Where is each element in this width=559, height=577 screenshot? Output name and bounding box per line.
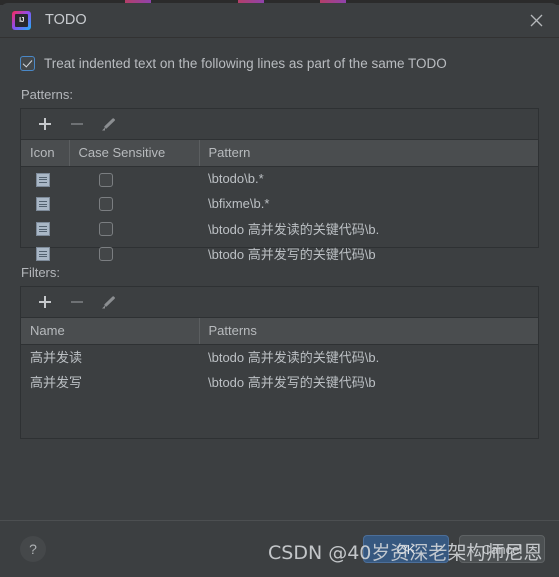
note-icon xyxy=(36,247,50,262)
pattern-row-icon xyxy=(21,216,69,241)
treat-indented-checkbox-row[interactable]: Treat indented text on the following lin… xyxy=(20,56,539,71)
patterns-table: Icon Case Sensitive Pattern \btodo\b.* \… xyxy=(21,140,538,266)
pencil-icon xyxy=(102,295,116,309)
filter-row-patterns: \btodo 高并发写的关键代码\b xyxy=(208,375,376,390)
case-sensitive-checkbox[interactable] xyxy=(99,197,113,212)
filters-col-patterns[interactable]: Patterns xyxy=(199,318,538,345)
patterns-panel: Icon Case Sensitive Pattern \btodo\b.* \… xyxy=(20,108,539,262)
patterns-remove-button[interactable] xyxy=(63,112,91,136)
patterns-header-row: Icon Case Sensitive Pattern xyxy=(21,140,538,167)
note-icon xyxy=(36,172,50,187)
filter-row-patterns: \btodo 高并发读的关键代码\b. xyxy=(208,350,380,366)
treat-indented-label: Treat indented text on the following lin… xyxy=(44,56,447,71)
pattern-row-case-sensitive[interactable] xyxy=(69,216,199,241)
pencil-icon xyxy=(102,117,116,131)
dialog-content: Treat indented text on the following lin… xyxy=(0,38,559,439)
pattern-row-case-sensitive[interactable] xyxy=(69,191,199,216)
filters-panel: Name Patterns 高并发读 \btodo 高并发读的关键代码\b. 高… xyxy=(20,286,539,439)
filters-section-label: Filters: xyxy=(21,265,60,280)
pattern-row-case-sensitive[interactable] xyxy=(69,241,199,266)
patterns-add-button[interactable] xyxy=(31,112,59,136)
filters-toolbar xyxy=(21,287,538,318)
filter-row-name: 高并发写 xyxy=(30,375,83,390)
patterns-table-body-wrap: Icon Case Sensitive Pattern \btodo\b.* \… xyxy=(21,140,538,262)
case-sensitive-checkbox[interactable] xyxy=(99,247,113,262)
pattern-row-pattern: \btodo 高并发读的关键代码\b. xyxy=(208,222,380,237)
table-row[interactable]: 高并发读 \btodo 高并发读的关键代码\b. xyxy=(21,344,538,369)
table-row[interactable]: \btodo 高并发读的关键代码\b. xyxy=(21,216,538,241)
patterns-col-icon[interactable]: Icon xyxy=(21,140,70,167)
patterns-col-pattern[interactable]: Pattern xyxy=(199,140,538,167)
note-icon xyxy=(36,222,50,237)
dialog-footer: ? OK Cancel xyxy=(0,521,559,577)
pattern-row-pattern: \btodo\b.* xyxy=(208,171,264,187)
dialog-titlebar: IJ TODO xyxy=(0,3,559,38)
filters-table-body-wrap: Name Patterns 高并发读 \btodo 高并发读的关键代码\b. 高… xyxy=(21,318,538,438)
pattern-row-icon xyxy=(21,166,69,191)
patterns-col-case-sensitive[interactable]: Case Sensitive xyxy=(69,140,200,167)
filters-remove-button[interactable] xyxy=(63,290,91,314)
filters-table: Name Patterns 高并发读 \btodo 高并发读的关键代码\b. 高… xyxy=(21,318,538,394)
table-row[interactable]: \bfixme\b.* xyxy=(21,191,538,216)
pattern-row-pattern: \bfixme\b.* xyxy=(208,196,270,211)
note-icon xyxy=(36,197,50,212)
ok-button[interactable]: OK xyxy=(363,535,449,563)
pattern-row-pattern: \btodo 高并发写的关键代码\b xyxy=(208,247,376,262)
help-button[interactable]: ? xyxy=(20,536,46,562)
table-row[interactable]: \btodo 高并发写的关键代码\b xyxy=(21,241,538,266)
cancel-button[interactable]: Cancel xyxy=(459,535,545,563)
pattern-row-icon xyxy=(21,241,69,266)
case-sensitive-checkbox[interactable] xyxy=(99,222,113,237)
filter-row-name: 高并发读 xyxy=(30,350,83,366)
close-icon[interactable] xyxy=(513,3,559,38)
table-row[interactable]: 高并发写 \btodo 高并发写的关键代码\b xyxy=(21,369,538,394)
pattern-row-case-sensitive[interactable] xyxy=(69,166,199,191)
plus-icon xyxy=(39,118,51,130)
filters-edit-button[interactable] xyxy=(95,290,123,314)
filters-col-name[interactable]: Name xyxy=(21,318,200,345)
plus-icon xyxy=(39,296,51,308)
minus-icon xyxy=(71,301,83,303)
patterns-section-label: Patterns: xyxy=(21,87,74,102)
patterns-toolbar xyxy=(21,109,538,140)
patterns-edit-button[interactable] xyxy=(95,112,123,136)
case-sensitive-checkbox[interactable] xyxy=(99,172,113,187)
table-row[interactable]: \btodo\b.* xyxy=(21,166,538,191)
dialog-title: TODO xyxy=(45,12,87,28)
minus-icon xyxy=(71,123,83,125)
filters-add-button[interactable] xyxy=(31,290,59,314)
filters-header-row: Name Patterns xyxy=(21,318,538,345)
treat-indented-checkbox[interactable] xyxy=(20,56,35,71)
pattern-row-icon xyxy=(21,191,69,216)
intellij-idea-icon: IJ xyxy=(12,10,31,30)
todo-settings-dialog: IJ TODO Treat indented text on the follo… xyxy=(0,3,559,577)
